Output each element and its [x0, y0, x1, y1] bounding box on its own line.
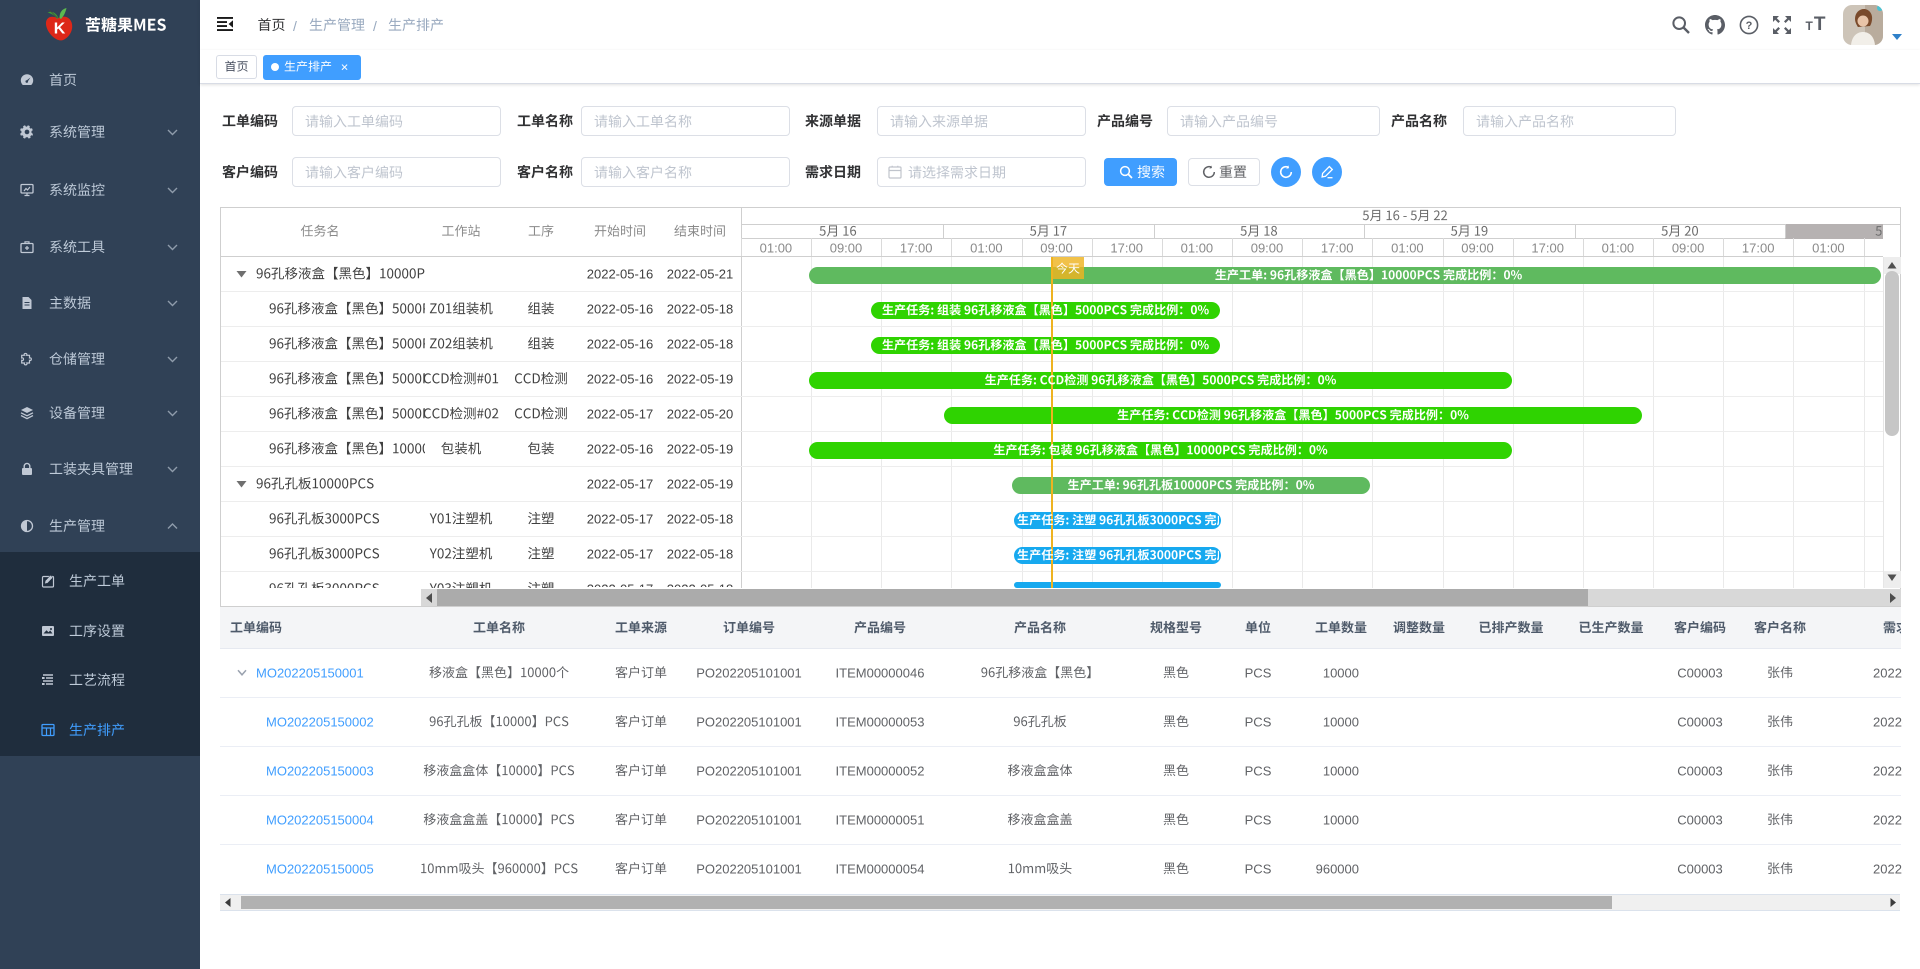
svg-text:?: ?: [1746, 20, 1753, 32]
svg-text:K: K: [54, 21, 66, 38]
